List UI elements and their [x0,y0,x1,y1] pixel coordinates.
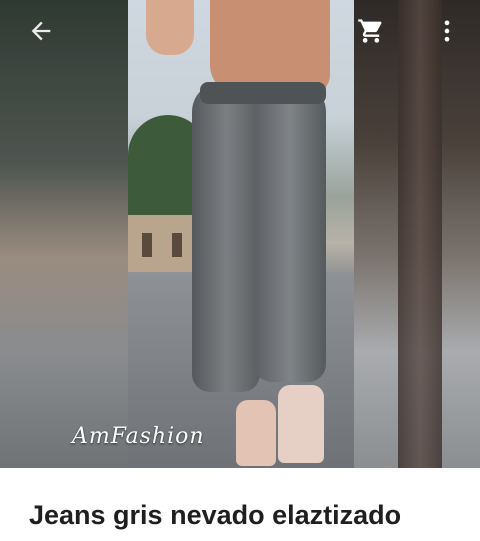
building-window [172,233,182,257]
image-watermark: AmFashion [72,424,205,449]
product-image[interactable]: AmFashion [0,0,480,468]
arrow-back-icon [31,21,51,41]
photo-torso [210,0,330,95]
product-photo [128,0,354,468]
image-pole [398,0,442,468]
cart-button[interactable] [351,11,391,51]
image-blur-left [0,0,128,468]
more-options-button[interactable] [427,11,467,51]
back-button[interactable] [21,11,61,51]
product-title: Jeans gris nevado elaztizado [29,500,402,530]
more-vert-icon [444,20,450,42]
building-window [142,233,152,257]
jeans-left-leg [192,82,260,392]
jeans-waistband [200,82,326,104]
photo-arm [146,0,194,55]
photo-shoe-left [236,400,276,466]
photo-shoe-right [278,385,324,463]
shopping-cart-icon [358,19,382,43]
photo-jeans [192,82,332,392]
jeans-right-leg [254,82,326,382]
